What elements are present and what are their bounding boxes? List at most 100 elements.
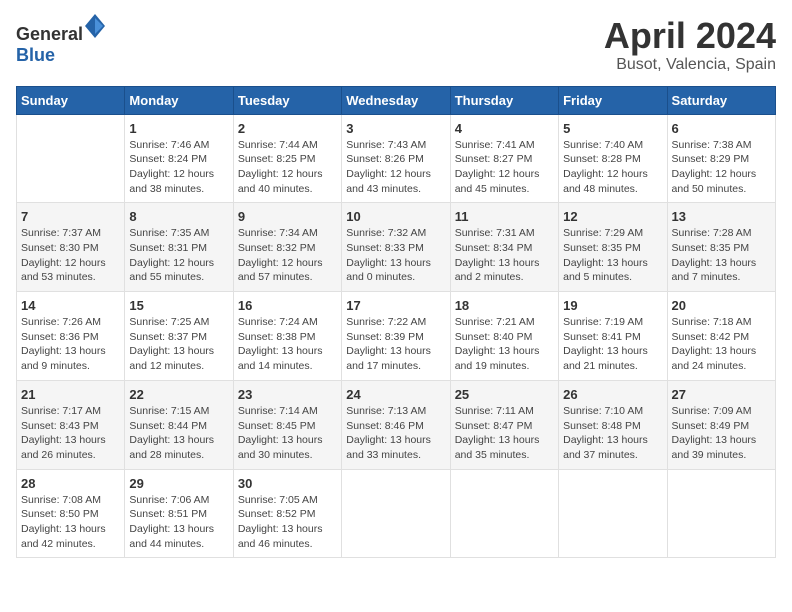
day-number: 18 (455, 298, 554, 313)
week-row-2: 14 Sunrise: 7:26 AMSunset: 8:36 PMDayligh… (17, 292, 776, 381)
day-number: 8 (129, 209, 228, 224)
day-info: Sunrise: 7:19 AMSunset: 8:41 PMDaylight:… (563, 315, 662, 374)
day-number: 15 (129, 298, 228, 313)
calendar-table: SundayMondayTuesdayWednesdayThursdayFrid… (16, 86, 776, 559)
day-cell: 26 Sunrise: 7:10 AMSunset: 8:48 PMDayligh… (559, 380, 667, 469)
day-cell (450, 469, 558, 558)
day-number: 27 (672, 387, 771, 402)
day-number: 24 (346, 387, 445, 402)
day-cell: 22 Sunrise: 7:15 AMSunset: 8:44 PMDayligh… (125, 380, 233, 469)
day-info: Sunrise: 7:24 AMSunset: 8:38 PMDaylight:… (238, 315, 337, 374)
week-row-0: 1Sunrise: 7:46 AMSunset: 8:24 PMDaylight… (17, 114, 776, 203)
day-info: Sunrise: 7:06 AMSunset: 8:51 PMDaylight:… (129, 493, 228, 552)
header-cell-thursday: Thursday (450, 86, 558, 114)
header-cell-saturday: Saturday (667, 86, 775, 114)
day-cell: 11 Sunrise: 7:31 AMSunset: 8:34 PMDayligh… (450, 203, 558, 292)
title-area: April 2024 Busot, Valencia, Spain (604, 16, 776, 74)
header: General Blue April 2024 Busot, Valencia,… (16, 16, 776, 74)
week-row-1: 7 Sunrise: 7:37 AMSunset: 8:30 PMDaylight… (17, 203, 776, 292)
day-number: 29 (129, 476, 228, 491)
day-cell: 24Sunrise: 7:13 AMSunset: 8:46 PMDayligh… (342, 380, 450, 469)
subtitle: Busot, Valencia, Spain (604, 56, 776, 74)
calendar-body: 1Sunrise: 7:46 AMSunset: 8:24 PMDaylight… (17, 114, 776, 558)
day-info: Sunrise: 7:32 AMSunset: 8:33 PMDaylight:… (346, 226, 445, 285)
day-number: 11 (455, 209, 554, 224)
day-info: Sunrise: 7:46 AMSunset: 8:24 PMDaylight:… (129, 138, 228, 197)
day-number: 26 (563, 387, 662, 402)
day-info: Sunrise: 7:31 AMSunset: 8:34 PMDaylight:… (455, 226, 554, 285)
day-cell: 12 Sunrise: 7:29 AMSunset: 8:35 PMDayligh… (559, 203, 667, 292)
day-number: 30 (238, 476, 337, 491)
day-info: Sunrise: 7:22 AMSunset: 8:39 PMDaylight:… (346, 315, 445, 374)
day-cell: 17 Sunrise: 7:22 AMSunset: 8:39 PMDayligh… (342, 292, 450, 381)
day-number: 22 (129, 387, 228, 402)
day-cell: 13 Sunrise: 7:28 AMSunset: 8:35 PMDayligh… (667, 203, 775, 292)
day-number: 12 (563, 209, 662, 224)
day-cell: 30 Sunrise: 7:05 AMSunset: 8:52 PMDayligh… (233, 469, 341, 558)
day-cell: 21Sunrise: 7:17 AMSunset: 8:43 PMDayligh… (17, 380, 125, 469)
day-info: Sunrise: 7:08 AMSunset: 8:50 PMDaylight:… (21, 493, 120, 552)
header-cell-wednesday: Wednesday (342, 86, 450, 114)
day-cell: 27 Sunrise: 7:09 AMSunset: 8:49 PMDayligh… (667, 380, 775, 469)
day-number: 20 (672, 298, 771, 313)
day-cell: 6Sunrise: 7:38 AMSunset: 8:29 PMDaylight… (667, 114, 775, 203)
day-info: Sunrise: 7:44 AMSunset: 8:25 PMDaylight:… (238, 138, 337, 197)
day-info: Sunrise: 7:28 AMSunset: 8:35 PMDaylight:… (672, 226, 771, 285)
day-cell: 25 Sunrise: 7:11 AMSunset: 8:47 PMDayligh… (450, 380, 558, 469)
day-info: Sunrise: 7:14 AMSunset: 8:45 PMDaylight:… (238, 404, 337, 463)
logo-general: General (16, 24, 83, 44)
day-number: 2 (238, 121, 337, 136)
day-cell: 7 Sunrise: 7:37 AMSunset: 8:30 PMDaylight… (17, 203, 125, 292)
day-cell: 19 Sunrise: 7:19 AMSunset: 8:41 PMDayligh… (559, 292, 667, 381)
day-info: Sunrise: 7:10 AMSunset: 8:48 PMDaylight:… (563, 404, 662, 463)
day-cell (342, 469, 450, 558)
day-cell: 28Sunrise: 7:08 AMSunset: 8:50 PMDayligh… (17, 469, 125, 558)
day-info: Sunrise: 7:43 AMSunset: 8:26 PMDaylight:… (346, 138, 445, 197)
day-info: Sunrise: 7:41 AMSunset: 8:27 PMDaylight:… (455, 138, 554, 197)
day-number: 19 (563, 298, 662, 313)
day-cell (17, 114, 125, 203)
day-info: Sunrise: 7:25 AMSunset: 8:37 PMDaylight:… (129, 315, 228, 374)
day-info: Sunrise: 7:11 AMSunset: 8:47 PMDaylight:… (455, 404, 554, 463)
day-cell: 3 Sunrise: 7:43 AMSunset: 8:26 PMDaylight… (342, 114, 450, 203)
day-cell: 18 Sunrise: 7:21 AMSunset: 8:40 PMDayligh… (450, 292, 558, 381)
day-info: Sunrise: 7:29 AMSunset: 8:35 PMDaylight:… (563, 226, 662, 285)
calendar-header: SundayMondayTuesdayWednesdayThursdayFrid… (17, 86, 776, 114)
day-number: 14 (21, 298, 120, 313)
day-info: Sunrise: 7:35 AMSunset: 8:31 PMDaylight:… (129, 226, 228, 285)
day-cell: 20 Sunrise: 7:18 AMSunset: 8:42 PMDayligh… (667, 292, 775, 381)
day-cell (667, 469, 775, 558)
day-number: 16 (238, 298, 337, 313)
day-info: Sunrise: 7:09 AMSunset: 8:49 PMDaylight:… (672, 404, 771, 463)
day-cell: 1Sunrise: 7:46 AMSunset: 8:24 PMDaylight… (125, 114, 233, 203)
day-number: 9 (238, 209, 337, 224)
day-cell (559, 469, 667, 558)
day-number: 13 (672, 209, 771, 224)
header-cell-monday: Monday (125, 86, 233, 114)
day-cell: 29 Sunrise: 7:06 AMSunset: 8:51 PMDayligh… (125, 469, 233, 558)
header-cell-friday: Friday (559, 86, 667, 114)
day-cell: 16 Sunrise: 7:24 AMSunset: 8:38 PMDayligh… (233, 292, 341, 381)
day-cell: 8 Sunrise: 7:35 AMSunset: 8:31 PMDaylight… (125, 203, 233, 292)
day-cell: 5Sunrise: 7:40 AMSunset: 8:28 PMDaylight… (559, 114, 667, 203)
day-info: Sunrise: 7:05 AMSunset: 8:52 PMDaylight:… (238, 493, 337, 552)
day-info: Sunrise: 7:26 AMSunset: 8:36 PMDaylight:… (21, 315, 120, 374)
day-number: 4 (455, 121, 554, 136)
day-cell: 9Sunrise: 7:34 AMSunset: 8:32 PMDaylight… (233, 203, 341, 292)
header-cell-tuesday: Tuesday (233, 86, 341, 114)
day-info: Sunrise: 7:15 AMSunset: 8:44 PMDaylight:… (129, 404, 228, 463)
day-cell: 2 Sunrise: 7:44 AMSunset: 8:25 PMDaylight… (233, 114, 341, 203)
day-cell: 4 Sunrise: 7:41 AMSunset: 8:27 PMDaylight… (450, 114, 558, 203)
day-info: Sunrise: 7:18 AMSunset: 8:42 PMDaylight:… (672, 315, 771, 374)
day-cell: 14 Sunrise: 7:26 AMSunset: 8:36 PMDayligh… (17, 292, 125, 381)
logo-blue: Blue (16, 45, 55, 65)
day-number: 5 (563, 121, 662, 136)
day-number: 7 (21, 209, 120, 224)
day-number: 17 (346, 298, 445, 313)
day-info: Sunrise: 7:21 AMSunset: 8:40 PMDaylight:… (455, 315, 554, 374)
day-number: 3 (346, 121, 445, 136)
day-info: Sunrise: 7:37 AMSunset: 8:30 PMDaylight:… (21, 226, 120, 285)
day-number: 10 (346, 209, 445, 224)
day-number: 6 (672, 121, 771, 136)
day-number: 25 (455, 387, 554, 402)
